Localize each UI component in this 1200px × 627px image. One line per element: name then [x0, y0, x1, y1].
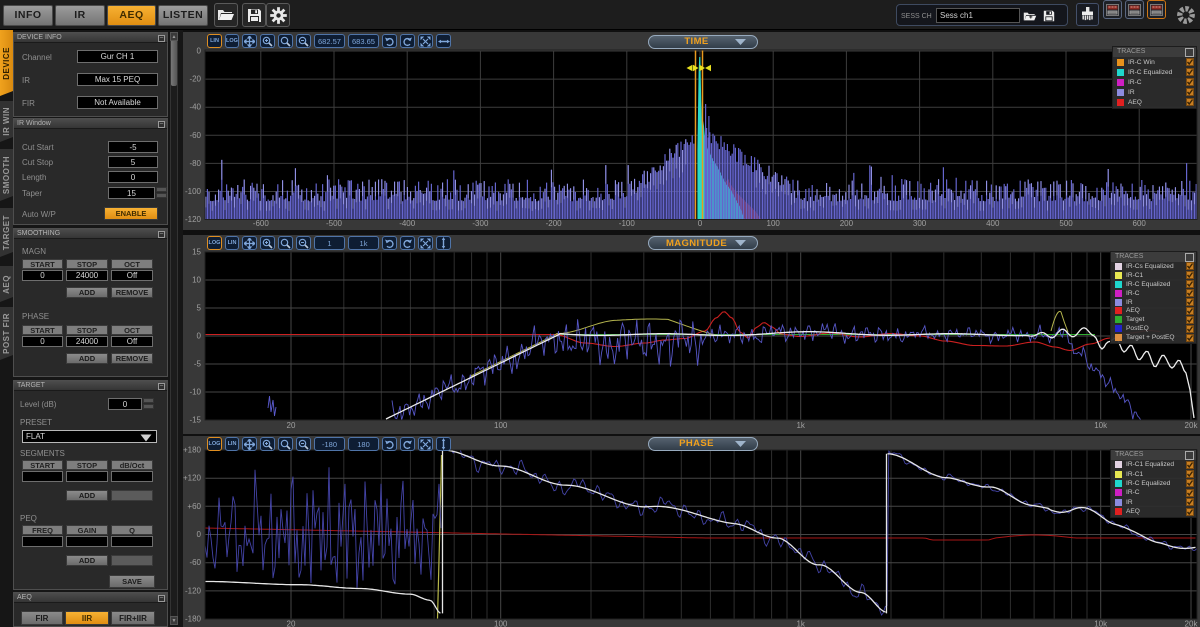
svg-text:-120: -120 [185, 215, 202, 224]
svg-text:15: 15 [192, 248, 201, 257]
svg-text:-180: -180 [185, 615, 202, 624]
svg-text:-5: -5 [194, 360, 202, 369]
svg-text:+120: +120 [183, 474, 202, 483]
svg-text:1k: 1k [796, 620, 805, 627]
svg-text:0: 0 [197, 530, 202, 539]
svg-text:+180: +180 [183, 446, 202, 455]
svg-text:-300: -300 [472, 219, 489, 228]
svg-text:-80: -80 [189, 159, 201, 168]
svg-text:200: 200 [840, 219, 854, 228]
svg-text:-100: -100 [619, 219, 636, 228]
svg-text:0: 0 [698, 219, 703, 228]
svg-text:-200: -200 [546, 219, 563, 228]
svg-text:-20: -20 [189, 75, 201, 84]
svg-text:20k: 20k [1185, 421, 1199, 430]
svg-text:-400: -400 [399, 219, 416, 228]
svg-text:100: 100 [494, 620, 508, 627]
svg-text:-10: -10 [189, 388, 201, 397]
svg-text:+60: +60 [187, 502, 201, 511]
svg-text:1k: 1k [796, 421, 805, 430]
svg-text:-15: -15 [189, 416, 201, 425]
svg-text:10k: 10k [1094, 421, 1108, 430]
svg-text:400: 400 [986, 219, 1000, 228]
svg-text:0: 0 [197, 47, 202, 56]
svg-text:-60: -60 [189, 131, 201, 140]
svg-text:-120: -120 [185, 586, 202, 595]
svg-text:-500: -500 [326, 219, 343, 228]
svg-text:10k: 10k [1094, 620, 1108, 627]
svg-text:100: 100 [494, 421, 508, 430]
svg-text:100: 100 [767, 219, 781, 228]
svg-text:0: 0 [197, 332, 202, 341]
svg-text:600: 600 [1133, 219, 1147, 228]
svg-text:10: 10 [192, 276, 201, 285]
svg-text:300: 300 [913, 219, 927, 228]
svg-text:-100: -100 [185, 187, 202, 196]
svg-text:-40: -40 [189, 103, 201, 112]
svg-text:5: 5 [197, 304, 202, 313]
svg-text:20: 20 [287, 620, 296, 627]
svg-text:20: 20 [287, 421, 296, 430]
svg-text:20k: 20k [1185, 620, 1199, 627]
svg-text:-60: -60 [189, 558, 201, 567]
svg-text:500: 500 [1059, 219, 1073, 228]
svg-text:-600: -600 [253, 219, 270, 228]
